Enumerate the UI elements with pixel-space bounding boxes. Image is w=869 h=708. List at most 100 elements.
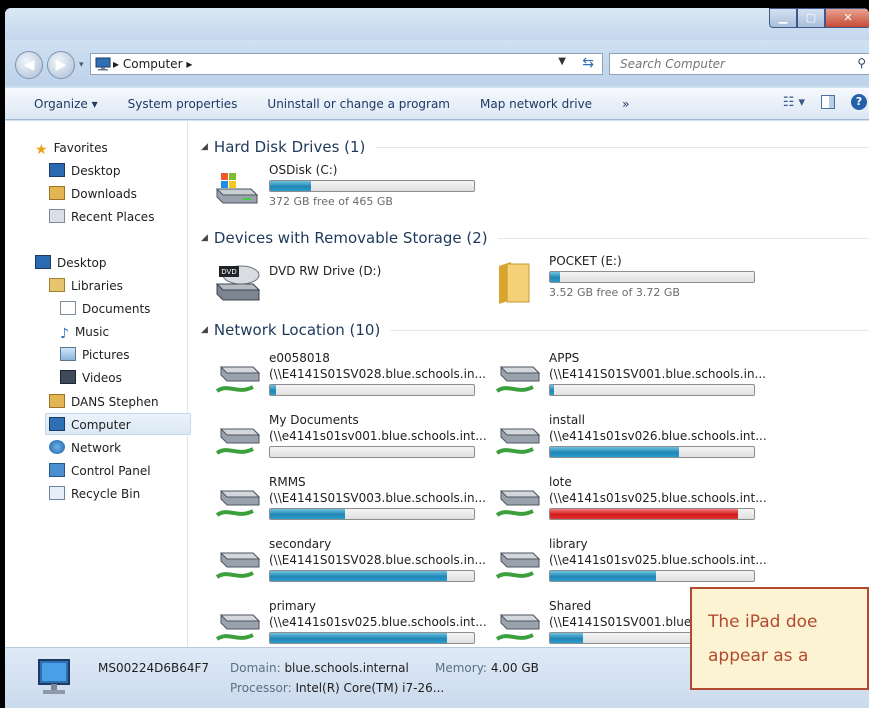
memory-value: 4.00 GB [490,661,539,675]
group-removable-storage[interactable]: ◢ Devices with Removable Storage (2) [201,228,869,248]
callout-line-1: The iPad doe [708,612,818,632]
network-drive[interactable]: RMMS (\\E4141S01SV003.blue.schools.in... [189,475,486,533]
nav-recycle-bin[interactable]: Recycle Bin [49,483,140,505]
network-drive-path: (\\e4141s01sv026.blue.schools.int... [549,429,767,443]
collapse-arrow-icon[interactable]: ◢ [201,142,208,152]
recent-pages-chevron-icon[interactable]: ▾ [79,60,84,70]
more-commands-button[interactable]: » [607,97,644,111]
group-title: Network Location (10) [213,321,381,339]
desktop-icon [49,163,65,177]
network-drive-name: My Documents [269,413,359,427]
network-drive-name: APPS [549,351,580,365]
drive-name: POCKET (E:) [549,254,622,268]
nav-music[interactable]: ♪ Music [60,321,109,343]
network-drive[interactable]: secondary (\\E4141S01SV028.blue.schools.… [189,537,486,595]
title-bar: ▁ ▢ ✕ [5,8,869,40]
nav-control-panel[interactable]: Control Panel [49,460,151,482]
computer-icon [49,417,65,431]
search-input[interactable] [610,54,830,74]
memory-info: Memory: 4.00 GB [435,661,539,675]
network-drive-name: install [549,413,585,427]
processor-info: Processor: Intel(R) Core(TM) i7-26... [230,681,444,695]
change-view-icon[interactable]: ☷ ▾ [783,95,805,110]
breadcrumb[interactable]: ▸ Computer ▸ [113,57,192,71]
domain-value: blue.schools.internal [284,661,409,675]
network-drive-icon [495,614,541,641]
capacity-fill [270,571,448,581]
network-drive[interactable]: install (\\e4141s01sv026.blue.schools.in… [469,413,767,471]
nav-recent-places[interactable]: Recent Places [49,206,154,228]
view-controls: ☷ ▾ ? [783,94,869,110]
network-drive-path: (\\e4141s01sv025.blue.schools.int... [549,491,767,505]
group-network-location[interactable]: ◢ Network Location (10) [201,320,869,340]
close-button[interactable]: ✕ [825,8,869,28]
capacity-bar [549,384,755,396]
drive-osdisk[interactable]: OSDisk (C:) 372 GB free of 465 GB [189,163,475,221]
network-drive[interactable]: APPS (\\E4141S01SV001.blue.schools.in... [469,351,766,409]
items-view: ◢ Hard Disk Drives (1) OSDisk (C:) 372 G… [189,121,869,647]
drive-pocket[interactable]: POCKET (E:) 3.52 GB free of 3.72 GB [469,254,755,312]
nav-user-folder[interactable]: DANS Stephen [49,391,159,413]
annotation-callout: The iPad doe appear as a [690,587,869,690]
back-button[interactable]: ◀ [15,51,43,79]
refresh-icon[interactable]: ⇆ [582,55,594,71]
nav-desktop-fav[interactable]: Desktop [49,160,121,182]
collapse-arrow-icon[interactable]: ◢ [201,325,208,335]
nav-favorites-label: Favorites [53,141,108,155]
drive-name: DVD RW Drive (D:) [269,264,382,278]
network-drive-path: (\\E4141S01SV001.blue.s [549,615,702,629]
search-box[interactable]: ⚲ [609,53,869,75]
nav-network[interactable]: Network [49,437,121,459]
forward-button[interactable]: ▶ [47,51,75,79]
recent-places-icon [49,209,65,223]
music-icon: ♪ [60,326,69,342]
capacity-fill [550,571,657,581]
capacity-bar [269,570,475,582]
network-drive-path: (\\e4141s01sv025.blue.schools.int... [269,615,487,629]
network-drive-name: lote [549,475,572,489]
nav-documents[interactable]: Documents [60,298,150,320]
map-network-drive-button[interactable]: Map network drive [465,97,607,111]
network-drive[interactable]: e0058018 (\\E4141S01SV028.blue.schools.i… [189,351,486,409]
nav-desktop[interactable]: Desktop [35,252,107,274]
nav-favorites[interactable]: ★ Favorites [35,137,108,159]
help-icon[interactable]: ? [851,94,867,110]
nav-videos[interactable]: Videos [60,367,122,389]
domain-label: Domain: [230,661,281,675]
maximize-button[interactable]: ▢ [797,8,825,28]
nav-pictures[interactable]: Pictures [60,344,130,366]
network-drive-path: (\\E4141S01SV028.blue.schools.in... [269,367,486,381]
organize-button[interactable]: Organize ▾ [5,97,113,111]
uninstall-program-button[interactable]: Uninstall or change a program [252,97,465,111]
search-icon[interactable]: ⚲ [857,56,866,70]
address-bar[interactable]: ▸ Computer ▸ ▼ ⇆ [90,53,603,75]
network-drive-path: (\\E4141S01SV028.blue.schools.in... [269,553,486,567]
group-hard-disk-drives[interactable]: ◢ Hard Disk Drives (1) [201,137,869,157]
user-folder-icon [49,394,65,408]
capacity-fill [550,385,555,395]
network-drive-icon [215,428,261,455]
nav-downloads[interactable]: Downloads [49,183,137,205]
minimize-button[interactable]: ▁ [769,8,797,28]
network-drive-icon [215,614,261,641]
breadcrumb-computer[interactable]: Computer [123,57,183,71]
nav-computer[interactable]: Computer [45,413,191,435]
capacity-bar [269,180,475,192]
preview-pane-icon[interactable] [821,95,835,109]
network-drive-name: e0058018 [269,351,330,365]
collapse-arrow-icon[interactable]: ◢ [201,233,208,243]
address-dropdown-icon[interactable]: ▼ [558,56,566,67]
group-divider [497,237,869,239]
network-drive[interactable]: My Documents (\\e4141s01sv001.blue.schoo… [189,413,487,471]
nav-computer-label: Computer [71,418,131,432]
domain-info: Domain: blue.schools.internal [230,661,409,675]
drive-dvd[interactable]: DVD DVD RW Drive (D:) [189,254,469,312]
nav-libraries[interactable]: Libraries [49,275,123,297]
nav-recent-places-label: Recent Places [71,210,155,224]
nav-control-panel-label: Control Panel [71,464,151,478]
network-drive-name: secondary [269,537,332,551]
group-divider [390,329,869,331]
memory-label: Memory: [435,661,487,675]
network-drive[interactable]: lote (\\e4141s01sv025.blue.schools.int..… [469,475,767,533]
system-properties-button[interactable]: System properties [113,97,253,111]
